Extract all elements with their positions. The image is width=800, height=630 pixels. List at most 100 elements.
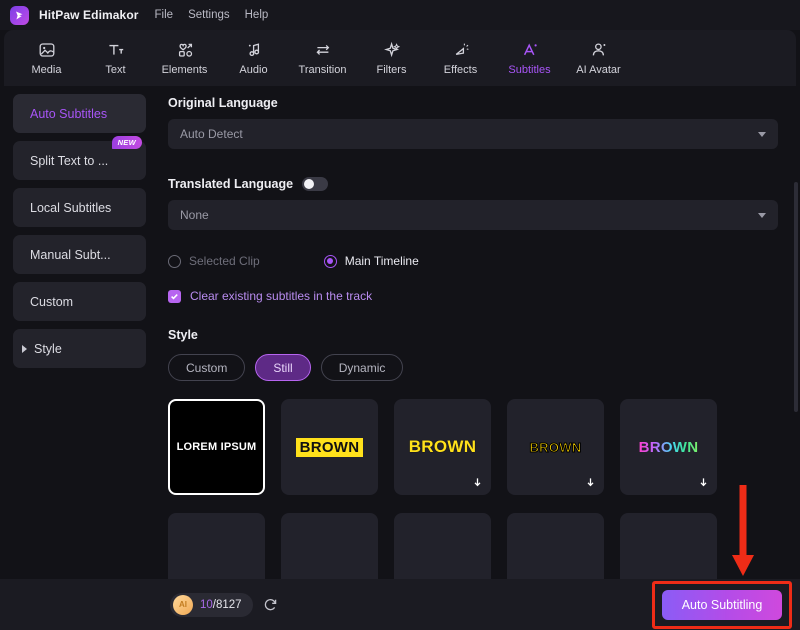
menu-help[interactable]: Help — [245, 9, 269, 21]
menu-settings[interactable]: Settings — [188, 9, 230, 21]
footer-bar: AI 10/8127 Auto Subtitling — [0, 579, 800, 630]
credits-total: /8127 — [212, 598, 242, 611]
sidebar-item-local-subtitles[interactable]: Local Subtitles — [13, 188, 146, 227]
translated-language-toggle[interactable] — [302, 177, 329, 191]
image-icon — [38, 41, 56, 60]
translated-language-label: Translated Language — [168, 177, 778, 191]
translated-language-select[interactable]: None — [168, 200, 778, 230]
style-tab-dynamic[interactable]: Dynamic — [320, 354, 404, 381]
original-language-label: Original Language — [168, 96, 278, 110]
tab-elements-label: Elements — [161, 63, 208, 76]
radio-selected-clip[interactable]: Selected Clip — [168, 254, 260, 268]
credits-badge[interactable]: AI 10/8127 — [170, 592, 253, 617]
tab-elements[interactable]: Elements — [150, 32, 219, 84]
main-toolbar: Media Text Elements Audio Transition Fil… — [4, 30, 796, 86]
sidebar-item-split-text[interactable]: Split Text to ... NEW — [13, 136, 146, 180]
style-thumbnail-grid: LOREM IPSUM BROWN BROWN BROWN BROWN — [168, 399, 778, 495]
refresh-icon[interactable] — [263, 597, 278, 612]
credits-area: AI 10/8127 — [170, 592, 278, 617]
original-language-value: Auto Detect — [180, 127, 243, 141]
content-area: Auto Subtitles Split Text to ... NEW Loc… — [0, 86, 800, 579]
style-thumbnail[interactable]: BROWN — [168, 513, 265, 579]
magic-wand-icon — [452, 41, 470, 60]
tab-subtitles[interactable]: Subtitles — [495, 32, 564, 84]
radio-main-timeline[interactable]: Main Timeline — [323, 254, 419, 268]
clear-existing-checkbox-row[interactable]: Clear existing subtitles in the track — [168, 289, 778, 303]
person-icon — [590, 41, 608, 60]
download-icon[interactable] — [584, 476, 597, 489]
arrows-swap-icon — [314, 41, 332, 60]
sidebar-item-label: Style — [34, 341, 62, 356]
style-thumbnail-text: BROWN — [408, 437, 477, 456]
sidebar-item-manual-subtitles[interactable]: Manual Subt... — [13, 235, 146, 274]
original-language-select[interactable]: Auto Detect — [168, 119, 778, 149]
shapes-icon — [176, 41, 194, 60]
radio-main-timeline-label: Main Timeline — [344, 254, 419, 268]
style-thumbnail[interactable]: BROWN — [620, 399, 717, 495]
style-thumbnail[interactable]: BROWN — [281, 399, 378, 495]
cta-wrapper: Auto Subtitling — [652, 580, 792, 629]
checkbox-checked-icon — [168, 289, 181, 303]
style-thumbnail-grid-row2: BROWN BROWN BROWN BROWN BROWN — [168, 513, 778, 579]
style-thumbnail[interactable]: BROWN — [507, 399, 604, 495]
scope-radio-group: Selected Clip Main Timeline — [168, 254, 778, 268]
tab-audio[interactable]: Audio — [219, 32, 288, 84]
auto-subtitles-panel: Original Language Auto Detect Translated… — [160, 86, 800, 579]
style-thumbnail[interactable]: BROWN — [281, 513, 378, 579]
tab-audio-label: Audio — [239, 63, 268, 76]
tab-effects[interactable]: Effects — [426, 32, 495, 84]
style-tab-still[interactable]: Still — [255, 354, 311, 381]
hitpaw-logo-icon — [10, 5, 29, 25]
credits-text: 10/8127 — [200, 599, 242, 611]
sidebar-item-custom[interactable]: Custom — [13, 282, 146, 321]
menu-bar: File Settings Help — [155, 9, 269, 21]
menu-file[interactable]: File — [155, 9, 174, 21]
sidebar-item-label: Manual Subt... — [30, 247, 111, 262]
tab-text[interactable]: Text — [81, 32, 150, 84]
sidebar-item-label: Split Text to ... — [30, 153, 109, 168]
sidebar-item-label: Local Subtitles — [30, 200, 112, 215]
style-thumbnail[interactable]: BROWN — [394, 513, 491, 579]
clear-existing-label: Clear existing subtitles in the track — [190, 289, 373, 303]
style-thumbnail-text: LOREM IPSUM — [176, 441, 257, 453]
radio-circle-icon — [168, 254, 181, 268]
sidebar-item-style[interactable]: Style — [13, 329, 146, 368]
tab-ai-avatar[interactable]: AI Avatar — [564, 32, 633, 84]
tab-media[interactable]: Media — [12, 32, 81, 84]
tab-transition[interactable]: Transition — [288, 32, 357, 84]
style-tab-group: Custom Still Dynamic — [168, 354, 778, 381]
tab-ai-avatar-label: AI Avatar — [576, 63, 621, 76]
letter-a-icon — [521, 41, 539, 60]
style-thumbnail-text: BROWN — [295, 437, 364, 457]
tab-media-label: Media — [31, 63, 62, 76]
app-window: HitPaw Edimakor File Settings Help Media — [0, 0, 800, 630]
style-thumbnail[interactable]: BROWN — [620, 513, 717, 579]
style-tab-custom[interactable]: Custom — [168, 354, 246, 381]
auto-subtitling-button[interactable]: Auto Subtitling — [662, 589, 782, 620]
chevron-right-icon — [22, 344, 27, 353]
annotation-arrow — [728, 483, 758, 583]
toggle-knob — [304, 179, 315, 189]
ai-coin-icon: AI — [173, 594, 193, 615]
style-thumbnail[interactable]: BROWN — [394, 399, 491, 495]
music-note-icon — [245, 41, 263, 60]
translated-language-value: None — [180, 208, 209, 222]
sidebar-item-label: Custom — [30, 294, 74, 309]
radio-selected-clip-label: Selected Clip — [189, 254, 260, 268]
style-thumbnail[interactable]: LOREM IPSUM — [168, 399, 265, 495]
panel-scrollbar[interactable] — [794, 182, 798, 412]
tab-filters[interactable]: Filters — [357, 32, 426, 84]
sidebar-item-auto-subtitles[interactable]: Auto Subtitles — [13, 94, 146, 133]
style-thumbnail[interactable]: BROWN — [507, 513, 604, 579]
download-icon[interactable] — [471, 476, 484, 489]
tab-transition-label: Transition — [298, 63, 347, 76]
new-badge: NEW — [111, 136, 142, 149]
text-t-icon — [107, 41, 125, 60]
credits-used: 10 — [200, 598, 213, 611]
app-title: HitPaw Edimakor — [39, 8, 139, 22]
download-icon[interactable] — [697, 476, 710, 489]
radio-circle-icon — [323, 254, 337, 268]
chevron-down-icon — [758, 212, 766, 218]
tab-effects-label: Effects — [443, 63, 478, 76]
sidebar-item-label: Auto Subtitles — [30, 106, 108, 121]
